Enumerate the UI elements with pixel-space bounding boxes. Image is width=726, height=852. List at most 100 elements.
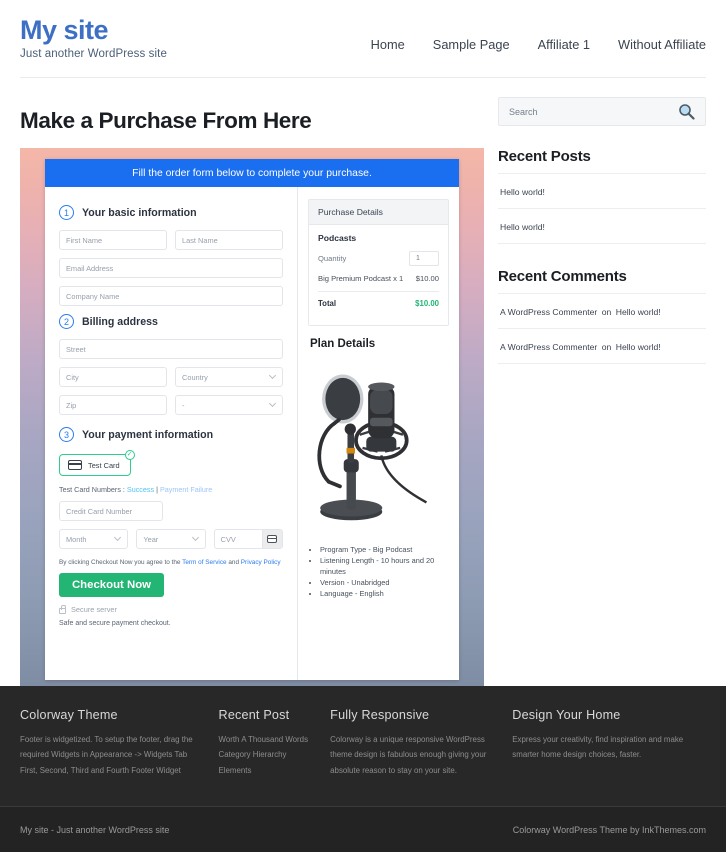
product-image <box>308 356 449 536</box>
step-1-number: 1 <box>59 205 74 220</box>
list-item[interactable]: A WordPress Commenter on Hello world! <box>498 328 706 364</box>
search-widget[interactable]: Search <box>498 97 706 126</box>
footer-link[interactable]: Category Hierarchy <box>219 747 313 762</box>
total-row: Total $10.00 <box>318 299 439 308</box>
step-1-header: 1 Your basic information <box>59 205 283 220</box>
purchase-details-heading: Purchase Details <box>309 200 448 225</box>
details-divider <box>318 291 439 292</box>
test-card-divider: | <box>156 485 158 494</box>
credit-card-number-input[interactable]: Credit Card Number <box>59 501 163 521</box>
cvv-placeholder: CVV <box>220 534 236 544</box>
terms-of-service-link[interactable]: Term of Service <box>182 559 226 566</box>
street-input[interactable]: Street <box>59 339 283 359</box>
step-3-header: 3 Your payment information <box>59 427 283 442</box>
line-item-name: Big Premium Podcast x 1 <box>318 274 404 283</box>
step-3-label: Your payment information <box>82 428 214 441</box>
recent-comments-title: Recent Comments <box>498 268 627 285</box>
test-card-failure-link[interactable]: Payment Failure <box>160 485 212 494</box>
header-divider <box>20 77 706 78</box>
list-item[interactable]: Hello world! <box>498 208 706 244</box>
sidebar: Search Recent Posts Hello world! Hello w… <box>498 78 706 690</box>
search-input[interactable]: Search <box>509 107 538 117</box>
chevron-down-icon <box>191 533 199 542</box>
expiry-year-select[interactable]: Year <box>136 529 206 549</box>
site-header: My site Just another WordPress site Home… <box>0 0 726 78</box>
footer-column-text: Express your creativity, find inspiratio… <box>512 735 684 760</box>
search-icon[interactable] <box>678 103 695 120</box>
nav-item-sample-page[interactable]: Sample Page <box>433 37 510 52</box>
cvv-input[interactable]: CVV <box>213 529 283 549</box>
list-item[interactable]: Hello world! <box>498 173 706 208</box>
secure-server-text: Secure server <box>71 605 118 614</box>
footer-credit[interactable]: Colorway WordPress Theme by InkThemes.co… <box>513 825 706 835</box>
plan-feature-item: Version - Unabridged <box>320 577 449 588</box>
first-name-input[interactable]: First Name <box>59 230 167 250</box>
step-3-number: 3 <box>59 427 74 442</box>
terms-notice: By clicking Checkout Now you agree to th… <box>59 559 283 566</box>
zip-input[interactable]: Zip <box>59 395 167 415</box>
footer-column-text: Colorway is a unique responsive WordPres… <box>330 735 487 775</box>
comment-post-link[interactable]: Hello world! <box>616 342 661 352</box>
nav-item-without-affiliate[interactable]: Without Affiliate <box>618 37 706 52</box>
state-select[interactable]: - <box>175 395 283 415</box>
state-select-value: - <box>182 400 185 410</box>
step-2-number: 2 <box>59 314 74 329</box>
purchase-details-column: Purchase Details Podcasts Quantity 1 Big… <box>297 187 459 680</box>
checkout-now-button[interactable]: Checkout Now <box>59 573 164 597</box>
site-branding[interactable]: My site Just another WordPress site <box>20 8 167 61</box>
recent-post-link[interactable]: Hello world! <box>500 222 545 232</box>
footer-column-title: Recent Post <box>218 708 290 722</box>
country-select[interactable]: Country <box>175 367 283 387</box>
secure-server-row: Secure server <box>59 605 283 614</box>
footer-column-title: Colorway Theme <box>20 708 118 722</box>
zip-state-row: Zip - <box>59 395 283 423</box>
comment-post-link[interactable]: Hello world! <box>616 307 661 317</box>
nav-item-affiliate-1[interactable]: Affiliate 1 <box>538 37 590 52</box>
footer-recent-post-list: Worth A Thousand Words Category Hierarch… <box>219 732 313 778</box>
quantity-row: Quantity 1 <box>318 251 439 266</box>
line-item-price: $10.00 <box>415 274 439 283</box>
plan-feature-item: Program Type - Big Podcast <box>320 544 449 555</box>
test-card-option[interactable]: ✓ Test Card <box>59 450 135 476</box>
microphone-illustration <box>317 374 428 521</box>
chevron-down-icon <box>268 371 277 380</box>
footer-link[interactable]: Worth A Thousand Words <box>219 732 313 747</box>
chevron-down-icon <box>114 533 122 542</box>
recent-post-link[interactable]: Hello world! <box>500 187 545 197</box>
company-input[interactable]: Company Name <box>59 286 283 306</box>
expiry-cvv-row: Month Year CVV <box>59 529 283 557</box>
expiry-month-select[interactable]: Month <box>59 529 129 549</box>
site-footer: Colorway Theme Footer is widgetized. To … <box>0 686 726 852</box>
expiry-year-value: Year <box>143 534 159 544</box>
recent-comments-list: A WordPress Commenter on Hello world! A … <box>498 293 706 364</box>
expiry-month-value: Month <box>66 534 87 544</box>
site-title[interactable]: My site <box>20 16 167 45</box>
test-card-success-link[interactable]: Success <box>127 485 154 494</box>
plan-feature-item: Listening Length - 10 hours and 20 minut… <box>320 555 449 577</box>
privacy-policy-link[interactable]: Privacy Policy <box>241 559 281 566</box>
list-item[interactable]: A WordPress Commenter on Hello world! <box>498 293 706 328</box>
test-card-numbers-label: Test Card Numbers : <box>59 485 125 494</box>
city-input[interactable]: City <box>59 367 167 387</box>
footer-link[interactable]: Elements <box>219 763 313 778</box>
footer-bottom-bar: My site - Just another WordPress site Co… <box>0 806 726 852</box>
step-1-label: Your basic information <box>82 206 197 219</box>
lock-icon <box>59 605 67 614</box>
last-name-input[interactable]: Last Name <box>175 230 283 250</box>
line-item-row: Big Premium Podcast x 1 $10.00 <box>318 274 439 283</box>
widget-spacer <box>498 244 706 268</box>
terms-and: and <box>228 559 240 566</box>
comment-author[interactable]: A WordPress Commenter <box>500 307 597 317</box>
test-card-label: Test Card <box>88 460 120 470</box>
purchase-details-card: Purchase Details Podcasts Quantity 1 Big… <box>308 199 449 326</box>
order-form-banner: Fill the order form below to complete yo… <box>45 159 459 187</box>
email-input[interactable]: Email Address <box>59 258 283 278</box>
plan-feature-list: Program Type - Big Podcast Listening Len… <box>320 544 449 600</box>
check-circle-icon: ✓ <box>124 450 135 460</box>
safe-checkout-text: Safe and secure payment checkout. <box>59 620 171 627</box>
nav-item-home[interactable]: Home <box>371 37 405 52</box>
cvv-card-icon <box>261 530 282 548</box>
comment-author[interactable]: A WordPress Commenter <box>500 342 597 352</box>
quantity-input[interactable]: 1 <box>409 251 439 266</box>
primary-navigation: Home Sample Page Affiliate 1 Without Aff… <box>371 8 708 52</box>
